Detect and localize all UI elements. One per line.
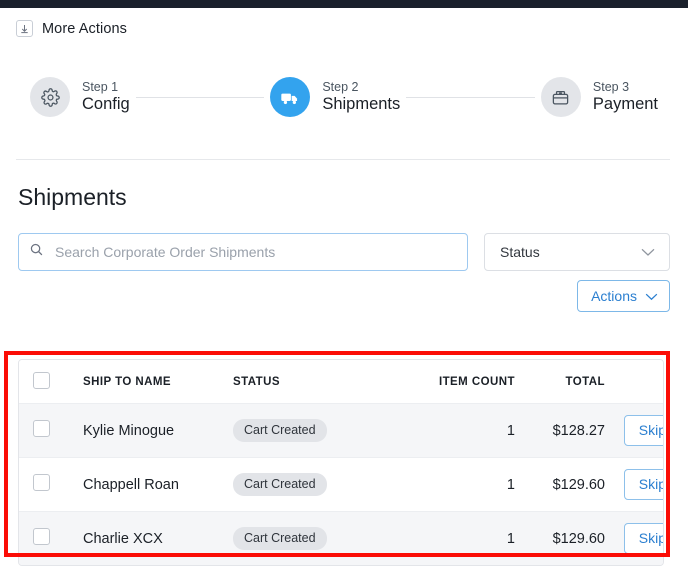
page-title: Shipments (18, 184, 688, 211)
more-actions-label: More Actions (42, 21, 127, 37)
status-badge: Cart Created (233, 527, 327, 550)
section-divider (16, 159, 670, 160)
table-row: Chappell Roan Cart Created 1 $129.60 Ski… (19, 458, 664, 512)
cell-ship-to-name: Chappell Roan (81, 477, 179, 493)
table-header-row: SHIP TO NAME STATUS ITEM COUNT TOTAL (19, 360, 664, 404)
select-all-header (19, 360, 81, 404)
cell-total: $129.60 (515, 458, 605, 512)
row-checkbox[interactable] (33, 474, 50, 491)
table-row: Kylie Minogue Cart Created 1 $128.27 Ski… (19, 404, 664, 458)
column-header-status[interactable]: STATUS (233, 360, 423, 404)
cell-item-count: 1 (423, 404, 515, 458)
cell-total: $128.27 (515, 404, 605, 458)
more-actions-button[interactable]: More Actions (0, 8, 688, 37)
skip-button[interactable]: Skip (624, 469, 664, 500)
step-payment-name: Payment (593, 95, 658, 113)
cell-item-count: 1 (423, 458, 515, 512)
row-select-cell (19, 458, 81, 512)
progress-stepper: Step 1 Config Step 2 Shipments (0, 69, 688, 125)
download-arrow-icon (16, 20, 33, 37)
actions-row: Actions (0, 280, 670, 312)
gear-icon (30, 77, 70, 117)
cell-total: $129.60 (515, 512, 605, 566)
chevron-down-icon (641, 244, 655, 260)
status-badge: Cart Created (233, 473, 327, 496)
search-input[interactable] (53, 243, 457, 261)
step-connector-1 (136, 97, 265, 98)
step-config-number: Step 1 (82, 80, 130, 94)
select-all-checkbox[interactable] (33, 372, 50, 389)
step-payment[interactable]: Step 3 Payment (541, 77, 658, 117)
row-checkbox[interactable] (33, 528, 50, 545)
search-box[interactable] (18, 233, 468, 271)
column-header-ship-to-name[interactable]: SHIP TO NAME (81, 360, 233, 404)
search-icon (29, 242, 44, 262)
cell-ship-to-name: Kylie Minogue (81, 423, 174, 439)
step-payment-number: Step 3 (593, 80, 658, 94)
status-filter-label: Status (500, 244, 540, 260)
shipments-table: SHIP TO NAME STATUS ITEM COUNT TOTAL Kyl… (18, 359, 664, 566)
status-filter-select[interactable]: Status (484, 233, 670, 271)
step-shipments-number: Step 2 (322, 80, 400, 94)
filter-row: Status (18, 233, 670, 271)
status-badge: Cart Created (233, 419, 327, 442)
step-shipments-name: Shipments (322, 95, 400, 113)
skip-button[interactable]: Skip (624, 523, 664, 554)
step-shipments[interactable]: Step 2 Shipments (270, 77, 400, 117)
chevron-down-icon (645, 288, 658, 304)
payment-icon (541, 77, 581, 117)
cell-ship-to-name: Charlie XCX (81, 531, 163, 547)
step-connector-2 (406, 97, 535, 98)
row-checkbox[interactable] (33, 420, 50, 437)
column-header-total[interactable]: TOTAL (515, 360, 605, 404)
table-row: Charlie XCX Cart Created 1 $129.60 Skip (19, 512, 664, 566)
column-header-item-count[interactable]: ITEM COUNT (423, 360, 515, 404)
top-dark-bar (0, 0, 688, 8)
actions-button-label: Actions (591, 288, 637, 304)
column-header-actions (605, 360, 664, 404)
row-select-cell (19, 404, 81, 458)
cell-item-count: 1 (423, 512, 515, 566)
row-select-cell (19, 512, 81, 566)
step-config[interactable]: Step 1 Config (30, 77, 130, 117)
actions-button[interactable]: Actions (577, 280, 670, 312)
skip-button[interactable]: Skip (624, 415, 664, 446)
truck-icon (270, 77, 310, 117)
step-config-name: Config (82, 95, 130, 113)
